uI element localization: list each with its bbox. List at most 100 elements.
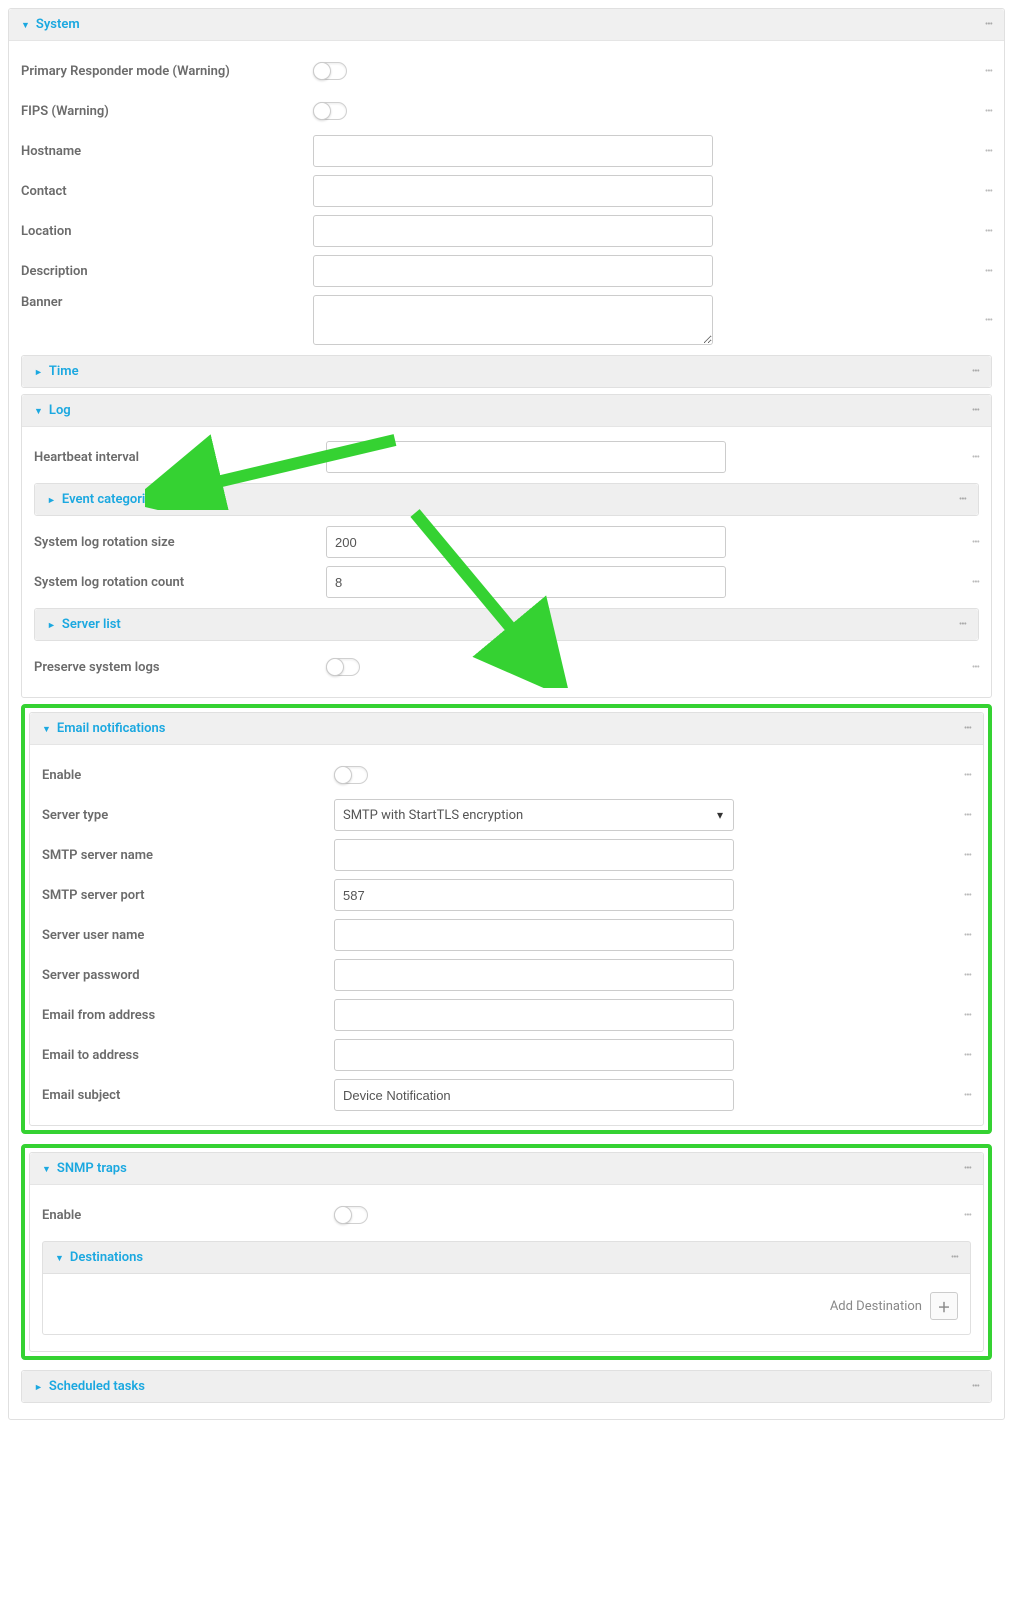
add-destination-button[interactable]: ＋ [930, 1292, 958, 1320]
email-panel: Email notifications ••• Enable ••• Serve… [29, 712, 984, 1126]
contact-input[interactable] [313, 175, 713, 207]
drag-handle-icon[interactable]: ••• [964, 723, 971, 734]
email-panel-body: Enable ••• Server type SMTP with StartTL… [30, 745, 983, 1125]
drag-handle-icon[interactable]: ••• [985, 226, 992, 237]
snmp-title: SNMP traps [57, 1161, 127, 1176]
drag-handle-icon[interactable]: ••• [964, 1050, 971, 1061]
log-title: Log [49, 403, 71, 418]
server-list-header[interactable]: Server list ••• [35, 609, 978, 640]
server-list-panel: Server list ••• [34, 608, 979, 641]
caret-down-icon [42, 721, 51, 736]
rotation-size-input[interactable] [326, 526, 726, 558]
server-type-value: SMTP with StartTLS encryption [343, 808, 523, 823]
drag-handle-icon[interactable]: ••• [964, 1090, 971, 1101]
smtp-name-label: SMTP server name [42, 848, 334, 863]
email-to-input[interactable] [334, 1039, 734, 1071]
banner-textarea[interactable] [313, 295, 713, 345]
server-type-select[interactable]: SMTP with StartTLS encryption [334, 799, 734, 831]
chevron-down-icon [717, 808, 723, 823]
drag-handle-icon[interactable]: ••• [985, 315, 992, 326]
heartbeat-input[interactable] [326, 441, 726, 473]
drag-handle-icon[interactable]: ••• [964, 1163, 971, 1174]
email-highlight-box: Email notifications ••• Enable ••• Serve… [21, 704, 992, 1134]
drag-handle-icon[interactable]: ••• [985, 186, 992, 197]
location-label: Location [21, 224, 313, 239]
drag-handle-icon[interactable]: ••• [959, 619, 966, 630]
location-input[interactable] [313, 215, 713, 247]
email-subject-input[interactable] [334, 1079, 734, 1111]
drag-handle-icon[interactable]: ••• [959, 494, 966, 505]
snmp-panel-header[interactable]: SNMP traps ••• [30, 1153, 983, 1185]
drag-handle-icon[interactable]: ••• [964, 930, 971, 941]
heartbeat-label: Heartbeat interval [34, 450, 326, 465]
drag-handle-icon[interactable]: ••• [972, 1381, 979, 1392]
system-panel-header[interactable]: System ••• [9, 9, 1004, 41]
drag-handle-icon[interactable]: ••• [985, 19, 992, 30]
hostname-label: Hostname [21, 144, 313, 159]
destinations-header[interactable]: Destinations ••• [42, 1241, 971, 1274]
snmp-enable-toggle[interactable] [334, 1206, 368, 1224]
drag-handle-icon[interactable]: ••• [964, 810, 971, 821]
drag-handle-icon[interactable]: ••• [964, 850, 971, 861]
caret-down-icon [21, 17, 30, 32]
log-panel-header[interactable]: Log ••• [22, 395, 991, 427]
scheduled-tasks-header[interactable]: Scheduled tasks ••• [22, 1371, 991, 1402]
drag-handle-icon[interactable]: ••• [972, 537, 979, 548]
server-pass-input[interactable] [334, 959, 734, 991]
drag-handle-icon[interactable]: ••• [964, 1010, 971, 1021]
fips-label: FIPS (Warning) [21, 104, 313, 119]
snmp-highlight-box: SNMP traps ••• Enable ••• [21, 1144, 992, 1360]
caret-down-icon [42, 1161, 51, 1176]
drag-handle-icon[interactable]: ••• [951, 1252, 958, 1263]
drag-handle-icon[interactable]: ••• [985, 146, 992, 157]
drag-handle-icon[interactable]: ••• [972, 405, 979, 416]
drag-handle-icon[interactable]: ••• [985, 106, 992, 117]
banner-label: Banner [21, 295, 313, 310]
description-input[interactable] [313, 255, 713, 287]
email-enable-toggle[interactable] [334, 766, 368, 784]
caret-right-icon [34, 1379, 43, 1394]
rotation-size-label: System log rotation size [34, 535, 326, 550]
drag-handle-icon[interactable]: ••• [972, 662, 979, 673]
time-panel-header[interactable]: Time ••• [22, 356, 991, 387]
fips-toggle[interactable] [313, 102, 347, 120]
drag-handle-icon[interactable]: ••• [985, 266, 992, 277]
smtp-port-input[interactable] [334, 879, 734, 911]
drag-handle-icon[interactable]: ••• [964, 970, 971, 981]
hostname-input[interactable] [313, 135, 713, 167]
log-panel: Log ••• Heartbeat interval ••• [21, 394, 992, 698]
email-panel-header[interactable]: Email notifications ••• [30, 713, 983, 745]
drag-handle-icon[interactable]: ••• [972, 452, 979, 463]
snmp-panel-body: Enable ••• Destinations ••• [30, 1185, 983, 1351]
time-title: Time [49, 364, 79, 379]
drag-handle-icon[interactable]: ••• [964, 770, 971, 781]
server-user-input[interactable] [334, 919, 734, 951]
add-destination-label: Add Destination [830, 1299, 922, 1314]
email-to-label: Email to address [42, 1048, 334, 1063]
drag-handle-icon[interactable]: ••• [964, 1210, 971, 1221]
event-categories-panel: Event categories ••• [34, 483, 979, 516]
event-categories-header[interactable]: Event categories ••• [35, 484, 978, 515]
caret-down-icon [34, 403, 43, 418]
drag-handle-icon[interactable]: ••• [972, 577, 979, 588]
event-categories-title: Event categories [62, 492, 159, 507]
contact-label: Contact [21, 184, 313, 199]
log-panel-body: Heartbeat interval ••• Event categories … [22, 427, 991, 697]
server-list-title: Server list [62, 617, 121, 632]
server-user-label: Server user name [42, 928, 334, 943]
drag-handle-icon[interactable]: ••• [972, 366, 979, 377]
drag-handle-icon[interactable]: ••• [985, 66, 992, 77]
email-from-input[interactable] [334, 999, 734, 1031]
system-title: System [36, 17, 80, 32]
primary-responder-label: Primary Responder mode (Warning) [21, 64, 313, 79]
drag-handle-icon[interactable]: ••• [964, 890, 971, 901]
preserve-logs-toggle[interactable] [326, 658, 360, 676]
caret-down-icon [55, 1250, 64, 1265]
smtp-name-input[interactable] [334, 839, 734, 871]
destinations-title: Destinations [70, 1250, 143, 1265]
rotation-count-label: System log rotation count [34, 575, 326, 590]
rotation-count-input[interactable] [326, 566, 726, 598]
smtp-port-label: SMTP server port [42, 888, 334, 903]
primary-responder-toggle[interactable] [313, 62, 347, 80]
email-subject-label: Email subject [42, 1088, 334, 1103]
